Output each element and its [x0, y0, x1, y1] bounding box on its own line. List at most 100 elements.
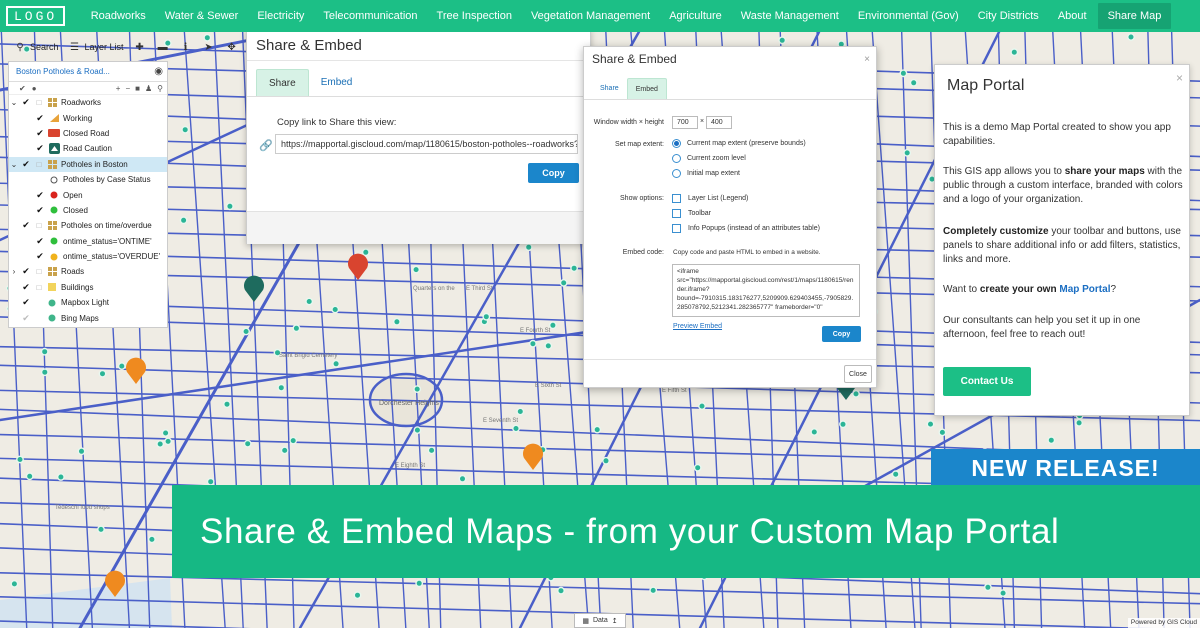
pothole-marker[interactable]	[164, 437, 173, 446]
layer-list-button[interactable]: ☰ Layer List	[62, 38, 127, 56]
layer-row-ontime-overdue[interactable]: ✔ □ Potholes on time/overdue	[9, 218, 167, 233]
nav-electricity[interactable]: Electricity	[248, 0, 314, 32]
pothole-marker[interactable]	[243, 439, 252, 448]
pothole-marker[interactable]	[529, 339, 537, 348]
pothole-marker[interactable]	[1075, 418, 1084, 427]
tab-embed[interactable]: Embed	[626, 78, 667, 99]
pothole-marker[interactable]	[839, 420, 847, 429]
nav-city-districts[interactable]: City Districts	[968, 0, 1048, 32]
nav-roadworks[interactable]: Roadworks	[81, 0, 155, 32]
pothole-marker[interactable]	[40, 347, 49, 356]
collapse-icon[interactable]: ⌄	[9, 160, 19, 169]
layer-row-bing[interactable]: ✔ Bing Maps	[9, 310, 167, 325]
pothole-marker[interactable]	[98, 369, 107, 378]
pothole-marker[interactable]	[926, 420, 935, 428]
data-button[interactable]: ▦ Data ↥	[574, 613, 626, 628]
toolbar-option[interactable]: Toolbar	[672, 209, 711, 218]
visible-check-icon[interactable]: ✔	[33, 190, 47, 201]
pothole-marker[interactable]	[557, 586, 565, 595]
pothole-marker[interactable]	[289, 436, 298, 445]
folder-icon[interactable]: ■	[135, 84, 140, 93]
visible-check-icon[interactable]: ✔	[33, 251, 47, 262]
visible-check-icon[interactable]: ✔	[19, 220, 33, 231]
layer-row-ontime[interactable]: ✔ ontime_status='ONTIME'	[9, 234, 167, 249]
share-url-field[interactable]: https://mapportal.giscloud.com/map/11806…	[275, 134, 578, 154]
pothole-marker[interactable]	[117, 362, 126, 370]
pothole-marker[interactable]	[161, 429, 170, 437]
pothole-marker[interactable]	[179, 216, 188, 225]
close-button[interactable]: Close	[844, 365, 872, 383]
visible-check-icon[interactable]: ✔	[33, 128, 47, 139]
layer-list-option[interactable]: Layer List (Legend)	[672, 194, 748, 203]
width-input[interactable]: 700	[672, 116, 698, 129]
layer-row-road-caution[interactable]: ✔ Road Caution	[9, 141, 167, 156]
layer-row-open[interactable]: ✔ Open	[9, 187, 167, 202]
nav-about[interactable]: About	[1048, 0, 1096, 32]
pothole-marker[interactable]	[292, 324, 301, 333]
close-icon[interactable]: ×	[864, 47, 870, 72]
embed-code-textarea[interactable]: <iframe src="https://mapportal.giscloud.…	[672, 264, 860, 317]
pothole-marker[interactable]	[353, 591, 362, 600]
pothole-marker[interactable]	[412, 265, 420, 274]
nav-telecommunication[interactable]: Telecommunication	[314, 0, 427, 32]
user-icon[interactable]: ♟	[145, 84, 152, 93]
contact-us-button[interactable]: Contact Us	[943, 367, 1031, 396]
pothole-marker[interactable]	[10, 580, 19, 588]
info-popups-option[interactable]: Info Popups (instead of an attributes ta…	[672, 224, 820, 233]
visible-check-icon[interactable]: ✔	[33, 143, 47, 154]
pothole-marker[interactable]	[156, 440, 165, 448]
pothole-marker[interactable]	[280, 446, 289, 455]
nav-water-sewer[interactable]: Water & Sewer	[155, 0, 248, 32]
close-icon[interactable]: ×	[1176, 71, 1183, 85]
visible-check-icon[interactable]: ✔	[19, 282, 33, 293]
lock-icon[interactable]: □	[33, 98, 45, 107]
map-portal-link[interactable]: Map Portal	[1059, 284, 1110, 295]
pothole-marker[interactable]	[559, 278, 568, 287]
zoom-out-button[interactable]: ▬	[150, 38, 173, 56]
expand-icon[interactable]: ›	[9, 267, 19, 276]
pothole-marker[interactable]	[512, 424, 520, 433]
info-button[interactable]: ℹ	[173, 38, 196, 56]
pothole-marker[interactable]	[698, 402, 706, 410]
pothole-marker[interactable]	[332, 359, 340, 368]
pothole-marker[interactable]	[427, 446, 436, 455]
collapse-icon[interactable]: ⌄	[9, 98, 19, 107]
pothole-marker[interactable]	[223, 400, 231, 409]
nav-agriculture[interactable]: Agriculture	[660, 0, 732, 32]
visible-check-icon[interactable]: ✔	[19, 297, 33, 308]
pothole-marker[interactable]	[242, 327, 251, 336]
pothole-marker[interactable]	[524, 243, 533, 252]
radio-selected-icon[interactable]	[672, 139, 681, 148]
layer-row-overdue[interactable]: ✔ ontime_status='OVERDUE'	[9, 249, 167, 264]
pothole-marker[interactable]	[40, 368, 49, 377]
brand-logo[interactable]: LOGO	[6, 6, 66, 26]
pothole-marker[interactable]	[810, 428, 819, 436]
nav-share-map[interactable]: Share Map	[1098, 3, 1171, 29]
preview-embed-link[interactable]: Preview Embed	[673, 323, 722, 330]
pothole-marker[interactable]	[57, 473, 65, 481]
lock-icon[interactable]: □	[33, 283, 45, 292]
pothole-marker[interactable]	[413, 385, 422, 393]
zoom-layer-icon[interactable]: ⚲	[157, 84, 163, 93]
pothole-marker[interactable]	[852, 389, 860, 398]
layer-row-closed-road[interactable]: ✔ Closed Road	[9, 126, 167, 141]
pothole-marker[interactable]	[482, 312, 491, 321]
layer-row-working[interactable]: ✔ Working	[9, 110, 167, 125]
pothole-marker[interactable]	[649, 586, 658, 595]
pothole-marker[interactable]	[909, 78, 918, 87]
pothole-marker[interactable]	[899, 69, 908, 78]
pothole-marker[interactable]	[1010, 48, 1019, 57]
pothole-marker[interactable]	[277, 383, 286, 392]
visible-check-icon[interactable]: ✔	[33, 205, 47, 216]
pothole-marker[interactable]	[77, 447, 86, 456]
pothole-marker[interactable]	[16, 455, 24, 464]
extent-initial-option[interactable]: Initial map extent	[672, 169, 740, 178]
pothole-marker[interactable]	[331, 305, 340, 314]
globe-icon[interactable]: ◉	[154, 62, 163, 82]
pothole-marker[interactable]	[413, 426, 422, 434]
lock-icon[interactable]: □	[33, 267, 45, 276]
pothole-marker[interactable]	[361, 248, 370, 257]
nav-vegetation-management[interactable]: Vegetation Management	[521, 0, 659, 32]
pothole-marker[interactable]	[206, 477, 215, 486]
pothole-marker[interactable]	[25, 472, 34, 481]
